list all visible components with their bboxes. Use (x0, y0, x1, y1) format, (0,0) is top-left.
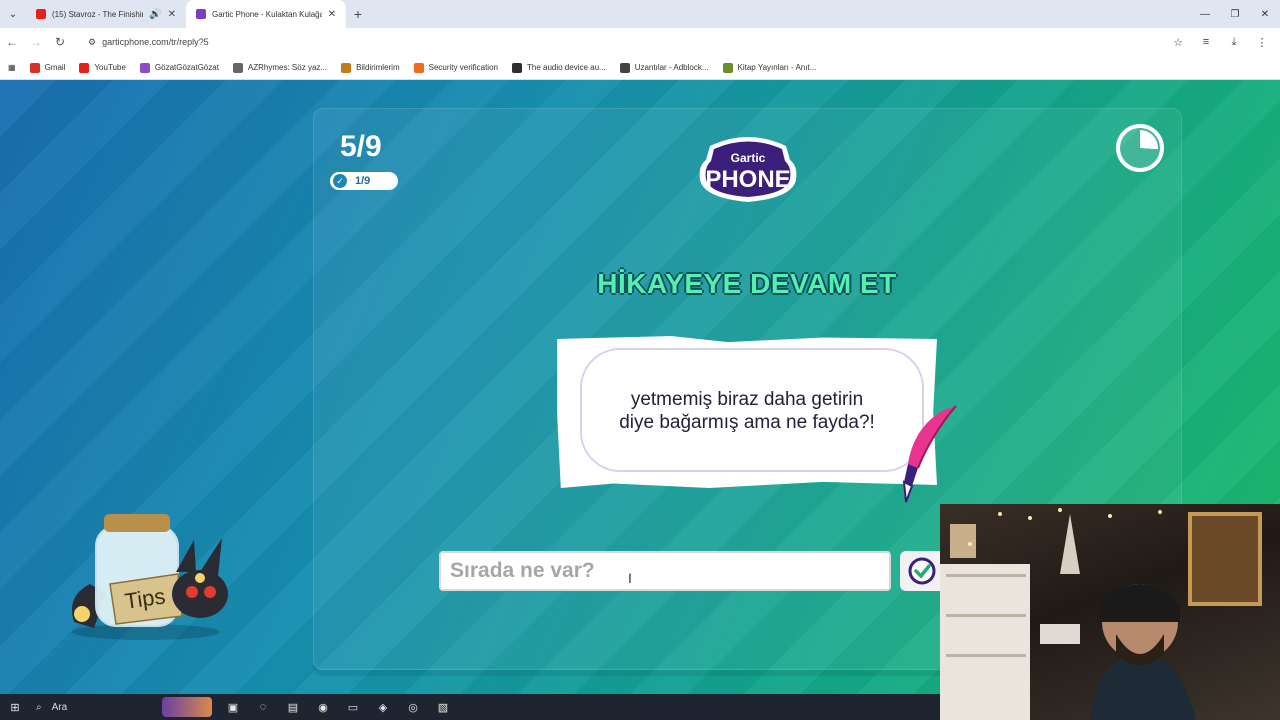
gmail-icon (29, 62, 40, 73)
tab-title: (15) Stavroz - The Finishing (52, 9, 144, 19)
bookmark-gozat[interactable]: GözatGözatGözat (139, 62, 219, 73)
live-app-icon[interactable]: ◌ (248, 694, 278, 720)
puzzle-icon (619, 62, 630, 73)
security-icon (413, 62, 424, 73)
prompt-text: yetmemiş biraz daha getirin diye bağarmı… (580, 388, 914, 434)
answer-input[interactable] (439, 551, 891, 591)
calendar-app-icon[interactable]: ▤ (278, 694, 308, 720)
league-icon[interactable]: ◈ (368, 694, 398, 720)
prompt-line-2: diye bağarmış ama ne fayda?! (619, 412, 875, 433)
taskbar-search[interactable]: ⌕ Ara (30, 694, 162, 720)
bookmark-label: The audio device au... (526, 63, 606, 72)
bookmark-label: Kitap Yayınları - Anıt... (737, 63, 817, 72)
search-icon (232, 62, 243, 73)
logo-top-text: Gartic (731, 151, 766, 165)
window-controls: — ❐ ✕ (1190, 0, 1280, 28)
tips-jar-mascot: Tips (72, 514, 228, 640)
reload-icon[interactable]: ↻ (48, 28, 72, 56)
gartic-favicon-icon (196, 9, 206, 19)
bookmarks-bar: ▦ Gmail YouTube GözatGözatGözat AZRhymes… (0, 56, 1280, 80)
apps-icon[interactable]: ▦ (8, 63, 16, 72)
bookmark-label: Uzantılar - Adblock... (634, 63, 709, 72)
globe-icon (722, 62, 733, 73)
tab-search-icon[interactable]: ⌄ (0, 0, 26, 28)
quill-feather-icon (902, 405, 957, 503)
github-icon (511, 62, 522, 73)
minimize-icon[interactable]: — (1190, 0, 1220, 28)
restore-icon[interactable]: ❐ (1220, 0, 1250, 28)
prompt-line-1: yetmemiş biraz daha getirin (630, 389, 864, 410)
windows-start-icon[interactable]: ⊞ (0, 694, 30, 720)
media-control-icon[interactable]: ≡ (1194, 28, 1218, 56)
bookmark-label: Bildirimlerim (356, 63, 400, 72)
toolbar-right: ☆ ≡ ⤓ ⋮ (1166, 28, 1274, 56)
discord-icon[interactable]: ◎ (398, 694, 428, 720)
url-text: garticphone.com/tr/reply?5 (102, 37, 209, 47)
speaker-icon[interactable]: 🔊 (149, 9, 161, 20)
address-bar-row: ← → ↻ ⚙ garticphone.com/tr/reply?5 ☆ ≡ ⤓… (0, 28, 1280, 56)
tab-youtube[interactable]: (15) Stavroz - The Finishing 🔊 ✕ (26, 0, 186, 28)
close-window-icon[interactable]: ✕ (1250, 0, 1280, 28)
bookmark-bildirimlerim[interactable]: Bildirimlerim (341, 62, 400, 73)
site-info-icon[interactable]: ⚙ (88, 37, 96, 48)
youtube-favicon-icon (36, 9, 46, 19)
bookmark-youtube[interactable]: YouTube (79, 62, 126, 73)
youtube-icon (79, 62, 90, 73)
check-icon: ✓ (333, 174, 347, 188)
text-cursor: I (628, 570, 632, 586)
bookmark-label: GözatGözatGözat (154, 63, 219, 72)
webcam-overlay (940, 504, 1280, 720)
bookmark-label: Security verification (428, 63, 498, 72)
file-explorer-icon[interactable]: ▭ (338, 694, 368, 720)
done-players-badge: ✓ 1/9 (330, 172, 398, 190)
search-icon: ⌕ (36, 701, 42, 713)
twitch-icon (139, 62, 150, 73)
gartic-phone-logo: Gartic PHONE (699, 137, 797, 202)
search-label: Ara (51, 701, 68, 713)
bookmark-label: YouTube (94, 63, 126, 72)
person-icon (341, 62, 352, 73)
timer-icon (1116, 124, 1164, 172)
bookmark-star-icon[interactable]: ☆ (1166, 28, 1190, 56)
taskbar: ⊞ ⌕ Ara ▣ ◌ ▤ ◉ ▭ ◈ ◎ ▧ (0, 694, 940, 720)
bookmark-label: AZRhymes: Söz yaz... (247, 63, 328, 72)
bookmark-security[interactable]: Security verification (413, 62, 498, 73)
extension-icon[interactable]: ⤓ (1222, 28, 1246, 56)
page-title: HİKAYEYE DEVAM ET (597, 268, 897, 299)
close-tab-icon[interactable]: ✕ (168, 9, 176, 20)
check-circle-icon (908, 557, 936, 585)
omnibox[interactable]: ⚙ garticphone.com/tr/reply?5 (80, 31, 1190, 53)
logo-bottom-text: PHONE (705, 166, 790, 193)
tab-title: Gartic Phone - Kulaktan Kulağa (212, 9, 322, 19)
chrome-icon[interactable]: ◉ (308, 694, 338, 720)
streamlabs-icon[interactable]: ▧ (428, 694, 458, 720)
close-tab-icon[interactable]: ✕ (328, 9, 336, 20)
bookmark-adblock[interactable]: Uzantılar - Adblock... (619, 62, 709, 73)
tab-strip: ⌄ (15) Stavroz - The Finishing 🔊 ✕ Garti… (0, 0, 1280, 28)
bookmark-kitap[interactable]: Kitap Yayınları - Anıt... (722, 62, 817, 73)
bookmark-azrhymes[interactable]: AZRhymes: Söz yaz... (232, 62, 328, 73)
done-button[interactable] (900, 551, 944, 591)
menu-icon[interactable]: ⋮ (1250, 28, 1274, 56)
back-icon[interactable]: ← (0, 28, 24, 56)
tab-gartic[interactable]: Gartic Phone - Kulaktan Kulağa ✕ (186, 0, 346, 28)
round-counter: 5/9 (340, 130, 382, 163)
bookmark-audio[interactable]: The audio device au... (511, 62, 606, 73)
task-view-icon[interactable]: ▣ (218, 694, 248, 720)
forward-icon[interactable]: → (24, 28, 48, 56)
new-tab-button[interactable]: + (346, 6, 370, 22)
widgets-icon[interactable] (162, 697, 212, 717)
streamer-camera-image (940, 508, 1262, 720)
bookmark-label: Gmail (44, 63, 66, 72)
done-count: 1/9 (355, 175, 371, 187)
bookmark-gmail[interactable]: Gmail (29, 62, 66, 73)
